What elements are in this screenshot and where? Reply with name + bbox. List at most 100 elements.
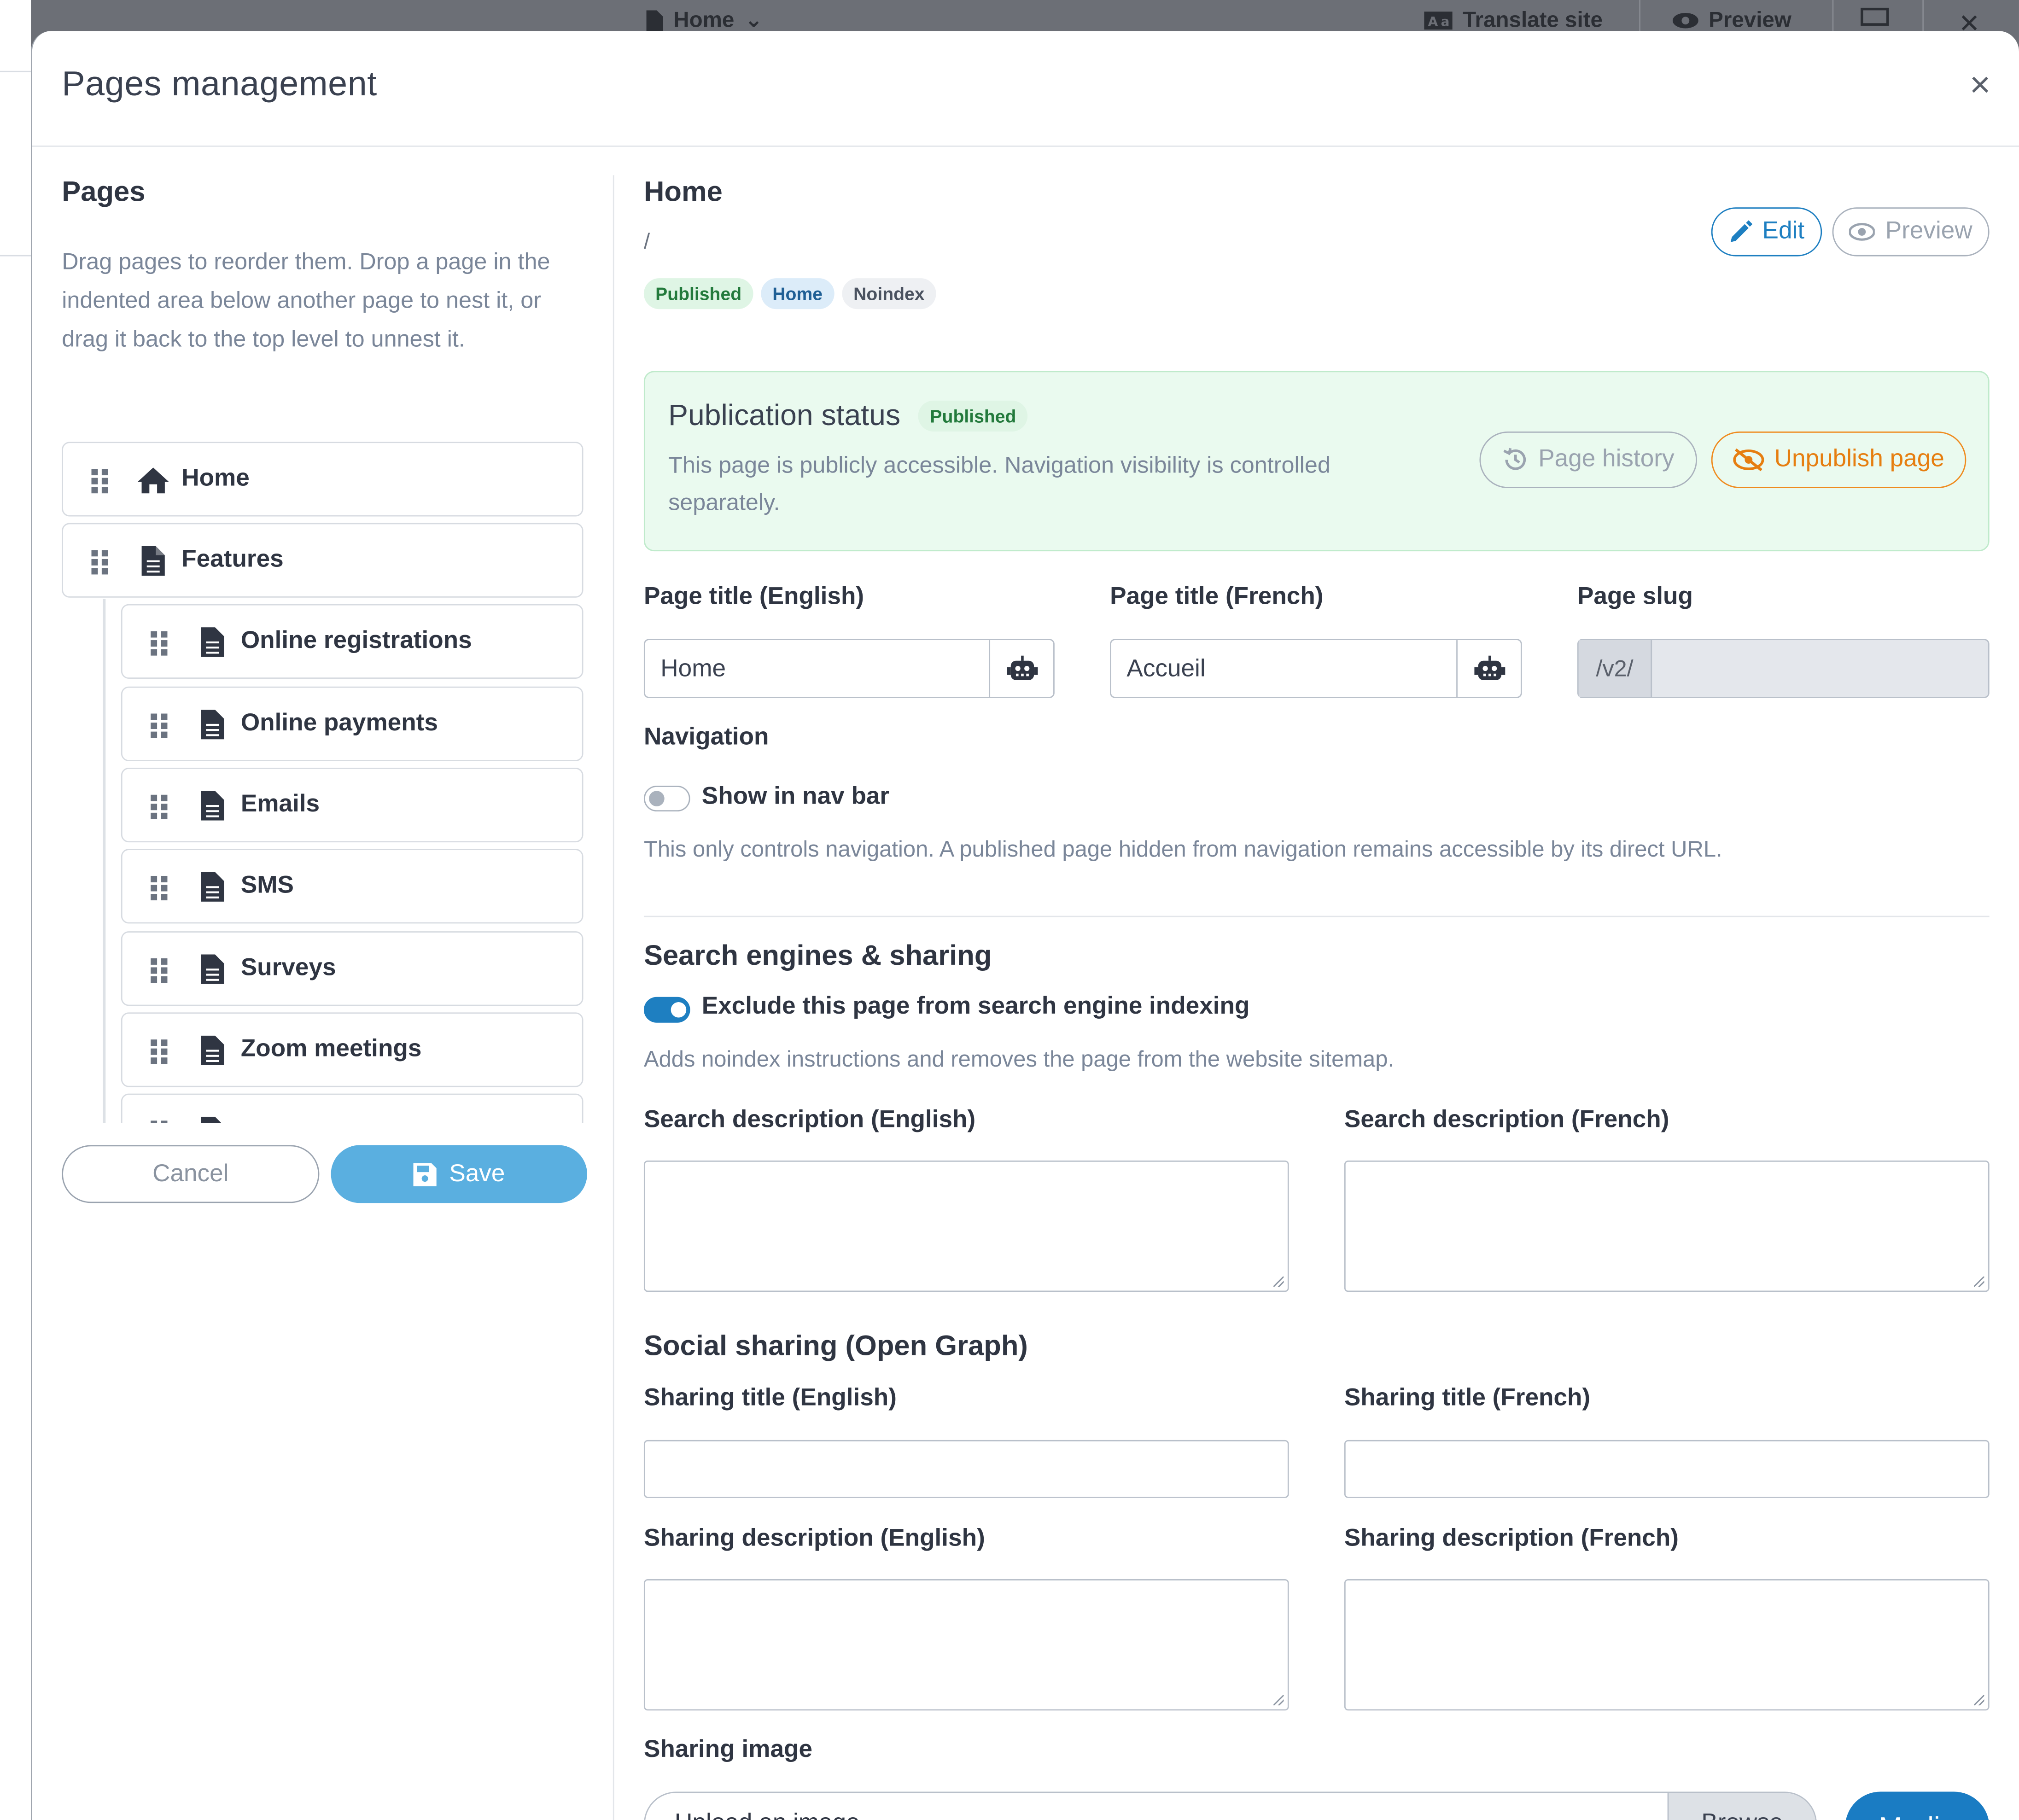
social-section-title: Social sharing (Open Graph) <box>643 1329 1028 1362</box>
media-button[interactable]: Media <box>1845 1791 1990 1820</box>
sharing-description-fr-label: Sharing description (French) <box>1344 1525 1679 1552</box>
page-tree-item-zoom-meetings[interactable]: Zoom meetings <box>121 1012 584 1087</box>
modal-close-button[interactable]: × <box>1970 66 1991 103</box>
page-tree-item-label: Home <box>181 465 250 492</box>
browse-button[interactable]: Browse <box>1667 1793 1816 1820</box>
page-title-en-value: Home <box>660 655 726 683</box>
file-icon <box>201 872 224 902</box>
page-slug-input[interactable]: /v2/ <box>1577 639 1990 698</box>
publication-status-box: Publication status Published This page i… <box>643 371 1990 552</box>
sharing-title-en-label: Sharing title (English) <box>643 1384 897 1412</box>
page-tree-item-emails[interactable]: Emails <box>121 767 584 843</box>
sharing-title-fr-label: Sharing title (French) <box>1344 1384 1591 1412</box>
drag-handle-icon[interactable] <box>151 713 169 739</box>
search-description-fr-textarea[interactable] <box>1344 1161 1990 1292</box>
page-tree-item-label: Online registrations <box>240 627 472 654</box>
page-tree-item-online-payments[interactable]: Online payments <box>121 686 584 761</box>
ai-translate-button[interactable] <box>1456 640 1521 697</box>
eye-icon <box>1672 12 1698 29</box>
save-button-label: Save <box>449 1160 505 1187</box>
page-path: / <box>643 229 650 254</box>
sharing-title-fr-input[interactable] <box>1344 1440 1990 1498</box>
slug-prefix: /v2/ <box>1578 640 1652 697</box>
page-badges: Published Home Noindex <box>643 278 936 309</box>
file-icon <box>141 546 165 576</box>
edit-button-label: Edit <box>1762 217 1805 245</box>
robot-icon <box>1473 655 1505 680</box>
drag-handle-icon[interactable] <box>91 550 110 576</box>
page-title-fr-input[interactable]: Accueil <box>1110 639 1522 698</box>
modal-header: Pages management × <box>32 31 2019 147</box>
page-tree-item-label: Surveys <box>240 954 336 982</box>
noindex-hint: Adds noindex instructions and removes th… <box>643 1046 1395 1072</box>
publication-status-text: This page is publicly accessible. Naviga… <box>668 452 1330 515</box>
navigation-hint: This only controls navigation. A publish… <box>643 836 1722 862</box>
translate-site-button[interactable]: Aa Translate site <box>1424 8 1603 34</box>
pages-management-modal: Pages management × Pages Drag pages to r… <box>31 31 2019 1820</box>
drag-handle-icon[interactable] <box>151 958 169 984</box>
status-badge-home: Home <box>761 278 834 309</box>
preview-button[interactable]: Preview <box>1832 207 1990 257</box>
preview-button-label: Preview <box>1885 217 1972 245</box>
edit-button[interactable]: Edit <box>1711 207 1822 257</box>
device-toggle-button[interactable] <box>1861 7 1889 29</box>
unpublish-page-button[interactable]: Unpublish page <box>1711 431 1966 489</box>
page-tree-item-sms[interactable]: SMS <box>121 849 584 924</box>
page-tree-item-surveys[interactable]: Surveys <box>121 931 584 1006</box>
noindex-toggle[interactable] <box>643 997 690 1023</box>
page-tree-item-online-registrations[interactable]: Online registrations <box>121 604 584 679</box>
modal-title: Pages management <box>62 64 377 103</box>
toolbar-preview-button[interactable]: Preview <box>1672 8 1791 34</box>
page-tree-item-label: Online payments <box>240 710 438 737</box>
page-tree-item-home[interactable]: Home <box>62 442 584 517</box>
page-history-button[interactable]: Page history <box>1479 431 1697 489</box>
svg-text:a: a <box>1441 14 1450 29</box>
drag-handle-icon[interactable] <box>151 875 169 902</box>
eye-icon <box>1849 223 1875 241</box>
sharing-title-en-input[interactable] <box>643 1440 1289 1498</box>
drag-handle-icon[interactable] <box>91 469 110 495</box>
save-button[interactable]: Save <box>331 1145 587 1203</box>
noindex-label: Exclude this page from search engine ind… <box>701 993 1250 1021</box>
page-tree-item-features[interactable]: Features <box>62 523 584 598</box>
page-title-fr-label: Page title (French) <box>1110 583 1324 611</box>
home-icon <box>138 467 169 494</box>
chevron-down-icon: ⌄ <box>744 7 763 32</box>
sharing-description-fr-textarea[interactable] <box>1344 1579 1990 1711</box>
file-icon <box>646 10 663 31</box>
file-icon <box>201 627 224 657</box>
section-divider <box>643 916 1990 917</box>
file-icon <box>201 954 224 984</box>
toolbar-home-menu[interactable]: Home ⌄ <box>646 7 763 34</box>
translate-site-label: Translate site <box>1463 7 1603 32</box>
cancel-button[interactable]: Cancel <box>62 1145 320 1203</box>
nest-indicator <box>103 599 106 1123</box>
toolbar-home-label: Home <box>673 7 735 32</box>
drag-handle-icon[interactable] <box>151 1039 169 1065</box>
ai-translate-button[interactable] <box>989 640 1053 697</box>
page-slug-label: Page slug <box>1577 583 1693 611</box>
navigation-label: Navigation <box>643 723 769 751</box>
backdrop-page <box>0 0 31 1820</box>
drag-handle-icon[interactable] <box>151 794 169 821</box>
pages-panel-title: Pages <box>62 175 146 208</box>
sharing-description-en-textarea[interactable] <box>643 1579 1289 1711</box>
sharing-description-en-label: Sharing description (English) <box>643 1525 985 1552</box>
search-description-en-textarea[interactable] <box>643 1161 1289 1292</box>
page-tree-item-partial[interactable] <box>121 1093 584 1123</box>
sharing-image-upload[interactable]: Upload an image Browse <box>643 1791 1817 1820</box>
page-history-label: Page history <box>1538 445 1675 473</box>
show-in-nav-toggle[interactable] <box>643 786 690 812</box>
page-tree[interactable]: Home Features Online registrations Onlin… <box>62 442 584 1123</box>
svg-text:A: A <box>1428 14 1438 29</box>
page-title-en-input[interactable]: Home <box>643 639 1055 698</box>
drag-handle-icon[interactable] <box>151 631 169 657</box>
translate-icon: Aa <box>1424 12 1453 30</box>
file-icon <box>201 710 224 740</box>
status-badge: Published <box>918 400 1028 431</box>
file-icon <box>201 1035 224 1066</box>
page-tree-item-label: Zoom meetings <box>240 1035 422 1063</box>
status-badge-noindex: Noindex <box>841 278 936 309</box>
drag-handle-icon[interactable] <box>151 1120 169 1123</box>
status-badge-published: Published <box>643 278 753 309</box>
